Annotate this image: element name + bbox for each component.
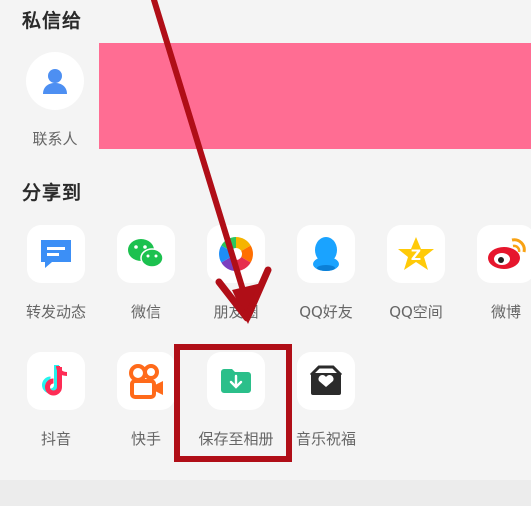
private-message-heading: 私信给 <box>22 10 83 32</box>
douyin-tile <box>27 352 85 410</box>
music-greeting-tile <box>297 352 355 410</box>
kuaishou-tile <box>117 352 175 410</box>
share-panel: 私信给 联系人 分享到 转发动态 微信 朋友圈 QQ好友 Z QQ空间 微博 抖… <box>0 0 531 480</box>
repost-tile <box>27 225 85 283</box>
weibo-tile <box>477 225 531 283</box>
moments-tile <box>207 225 265 283</box>
svg-text:Z: Z <box>411 248 421 264</box>
music-greeting-icon <box>309 365 343 395</box>
contact-avatar-tile <box>26 52 84 110</box>
moments-icon <box>219 237 253 271</box>
repost-button[interactable]: 转发动态 <box>14 225 98 337</box>
weibo-label: 微博 <box>490 303 521 321</box>
repost-label: 转发动态 <box>25 303 86 321</box>
contact-label: 联系人 <box>32 130 78 148</box>
wechat-icon <box>128 239 164 268</box>
qzone-tile: Z <box>387 225 445 283</box>
highlight-box <box>174 344 292 462</box>
douyin-icon <box>42 365 68 396</box>
music-greeting-button[interactable]: 音乐祝福 <box>284 352 368 464</box>
qq-tile <box>297 225 355 283</box>
qzone-button[interactable]: Z QQ空间 <box>374 225 458 337</box>
moments-button[interactable]: 朋友圈 <box>194 225 278 337</box>
contact-placeholder-banner <box>99 43 531 149</box>
person-icon <box>43 69 67 94</box>
moments-label: 朋友圈 <box>213 303 259 321</box>
qq-icon <box>313 237 339 271</box>
weibo-button[interactable]: 微博 <box>464 225 531 337</box>
douyin-label: 抖音 <box>40 430 71 448</box>
weibo-icon <box>488 238 526 269</box>
qq-friends-label: QQ好友 <box>299 303 353 321</box>
qq-friends-button[interactable]: QQ好友 <box>284 225 368 337</box>
share-to-heading: 分享到 <box>22 182 83 204</box>
wechat-label: 微信 <box>130 303 161 321</box>
contact-button[interactable]: 联系人 <box>22 48 92 148</box>
qzone-icon: Z <box>398 237 434 270</box>
douyin-button[interactable]: 抖音 <box>14 352 98 464</box>
bottom-bar <box>0 480 531 506</box>
wechat-tile <box>117 225 175 283</box>
repost-icon <box>41 240 71 268</box>
qzone-label: QQ空间 <box>389 303 443 321</box>
wechat-button[interactable]: 微信 <box>104 225 188 337</box>
kuaishou-icon <box>129 364 163 399</box>
